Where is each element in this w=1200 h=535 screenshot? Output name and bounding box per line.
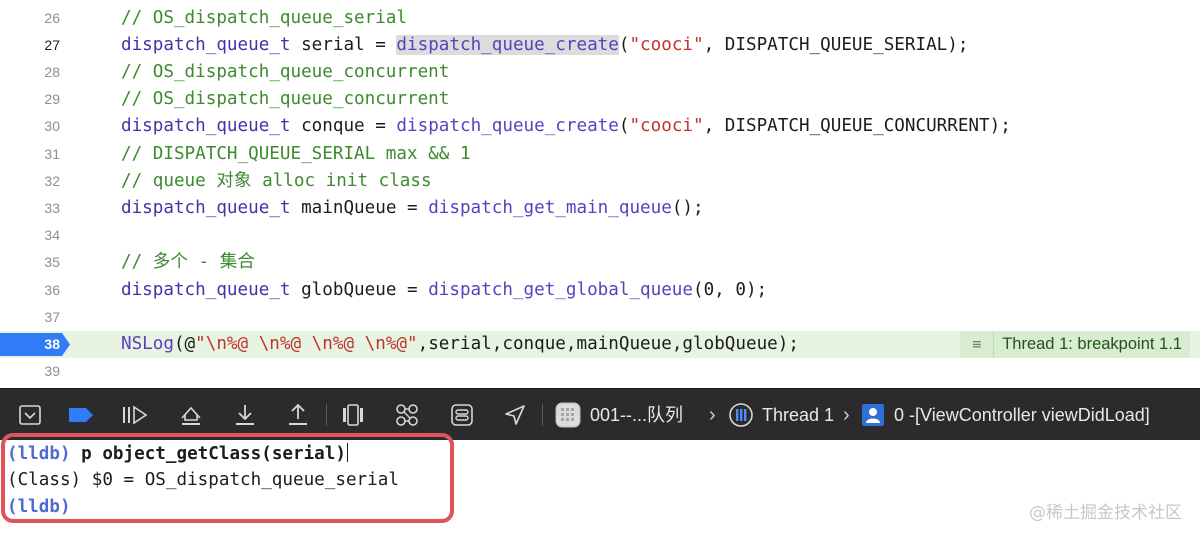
code-editor[interactable]: 26 // OS_dispatch_queue_serial 27 dispatch_… [0, 0, 1200, 388]
code-function: dispatch_get_main_queue [428, 197, 672, 218]
code-line[interactable]: 30 dispatch_queue_t conque = dispatch_que… [0, 113, 1200, 140]
code-type: dispatch_queue_t [121, 197, 291, 218]
watermark: @稀土掘金技术社区 [1029, 503, 1182, 523]
code-comment: // OS_dispatch_queue_concurrent [121, 61, 450, 82]
continue-icon[interactable] [120, 400, 150, 430]
code-token: (); [671, 197, 704, 218]
breakpoint-annotation[interactable]: ≡ Thread 1: breakpoint 1.1 [960, 330, 1190, 358]
code-function: dispatch_queue_create [396, 116, 619, 137]
code-type: dispatch_queue_t [121, 116, 291, 137]
code-function: NSLog [121, 333, 174, 354]
code-line[interactable]: 39 [0, 358, 1200, 385]
code-token: conque = [290, 116, 397, 137]
memory-graph-icon[interactable] [392, 400, 422, 430]
breadcrumb-frame[interactable]: 0 -[ViewController viewDidLoad] [894, 389, 1150, 441]
code-text: // OS_dispatch_queue_concurrent [121, 86, 449, 113]
code-text: NSLog(@"\n%@ \n%@ \n%@ \n%@",serial,conq… [121, 331, 799, 358]
code-line[interactable]: 37 [0, 304, 1200, 331]
code-line[interactable]: 38 NSLog(@"\n%@ \n%@ \n%@ \n%@",serial,co… [0, 330, 1200, 358]
code-line[interactable]: 34 [0, 222, 1200, 249]
app-target-icon [553, 400, 583, 430]
breadcrumb-target[interactable]: 001--...队列 [590, 389, 683, 441]
code-token: ,serial,conque,mainQueue,globQueue); [417, 333, 799, 354]
code-token: ( [618, 116, 630, 137]
line-number: 30 [44, 118, 60, 135]
code-text: // DISPATCH_QUEUE_SERIAL max && 1 [121, 141, 471, 168]
code-text: // OS_dispatch_queue_concurrent [121, 59, 449, 86]
step-out-icon[interactable] [283, 400, 313, 430]
line-number: 31 [44, 145, 60, 162]
code-function: dispatch_queue_create [396, 34, 619, 55]
line-number: 37 [44, 308, 60, 325]
line-number: 35 [44, 254, 60, 271]
view-debugger-icon[interactable] [338, 400, 368, 430]
code-line[interactable]: 26 // OS_dispatch_queue_serial [0, 5, 1200, 32]
code-token: , DISPATCH_QUEUE_CONCURRENT); [703, 116, 1011, 137]
line-number: 36 [44, 281, 60, 298]
code-line[interactable]: 27 dispatch_queue_t serial = dispatch_que… [0, 32, 1200, 59]
code-function: dispatch_get_global_queue [428, 279, 693, 300]
code-text: // 多个 - 集合 [121, 249, 255, 276]
environment-overrides-icon[interactable] [447, 400, 477, 430]
line-number: 27 [44, 36, 60, 53]
code-comment: // 多个 - 集合 [121, 252, 255, 273]
line-number: 26 [44, 9, 60, 26]
code-type: dispatch_queue_t [121, 34, 291, 55]
line-number: 28 [44, 63, 60, 80]
line-number: 33 [44, 199, 60, 216]
line-number: 38 [44, 335, 60, 352]
line-number: 32 [44, 172, 60, 189]
chevron-right-icon: › [843, 404, 850, 426]
console-toggle-icon[interactable] [15, 400, 45, 430]
chevron-right-icon: › [709, 404, 716, 426]
code-line[interactable]: 36 dispatch_queue_t globQueue = dispatch_… [0, 277, 1200, 304]
code-line[interactable]: 33 dispatch_queue_t mainQueue = dispatch_… [0, 195, 1200, 222]
code-line[interactable]: 35 // 多个 - 集合 [0, 249, 1200, 276]
code-token: ( [618, 34, 630, 55]
code-token: globQueue = [290, 279, 429, 300]
code-line[interactable]: 32 // queue 对象 alloc init class [0, 168, 1200, 195]
code-line[interactable]: 31 // DISPATCH_QUEUE_SERIAL max && 1 [0, 141, 1200, 168]
code-token: mainQueue = [290, 197, 429, 218]
code-comment: // queue 对象 alloc init class [121, 170, 432, 191]
line-number: 39 [44, 363, 60, 380]
code-text: // queue 对象 alloc init class [121, 168, 432, 195]
code-text: dispatch_queue_t serial = dispatch_queue… [121, 32, 968, 59]
code-token: serial = [290, 34, 397, 55]
breadcrumb-thread[interactable]: Thread 1 [762, 389, 834, 441]
code-text: dispatch_queue_t conque = dispatch_queue… [121, 113, 1011, 140]
code-string: "cooci" [629, 34, 704, 55]
line-number: 29 [44, 91, 60, 108]
code-text: dispatch_queue_t globQueue = dispatch_ge… [121, 277, 767, 304]
code-line[interactable]: 28 // OS_dispatch_queue_concurrent [0, 59, 1200, 86]
code-comment: // OS_dispatch_queue_serial [121, 7, 407, 28]
thread-icon [726, 400, 756, 430]
code-text: dispatch_queue_t mainQueue = dispatch_ge… [121, 195, 704, 222]
step-into-icon[interactable] [230, 400, 260, 430]
simulate-location-icon[interactable] [500, 400, 530, 430]
code-type: dispatch_queue_t [121, 279, 291, 300]
code-token: (0, 0); [693, 279, 768, 300]
code-token: (@ [173, 333, 196, 354]
line-number: 34 [44, 227, 60, 244]
breakpoints-toggle-icon[interactable] [66, 400, 96, 430]
step-over-icon[interactable] [176, 400, 206, 430]
highlight-box [1, 433, 454, 523]
code-string: "cooci" [629, 116, 704, 137]
code-string: "\n%@ \n%@ \n%@ \n%@" [195, 333, 418, 354]
code-comment: // DISPATCH_QUEUE_SERIAL max && 1 [121, 143, 471, 164]
list-icon: ≡ [960, 330, 995, 358]
code-line[interactable]: 29 // OS_dispatch_queue_concurrent [0, 86, 1200, 113]
stack-frame-icon [858, 400, 888, 430]
code-comment: // OS_dispatch_queue_concurrent [121, 89, 450, 110]
breakpoint-label: Thread 1: breakpoint 1.1 [1002, 334, 1182, 353]
code-token: , DISPATCH_QUEUE_SERIAL); [703, 34, 969, 55]
code-text: // OS_dispatch_queue_serial [121, 5, 407, 32]
